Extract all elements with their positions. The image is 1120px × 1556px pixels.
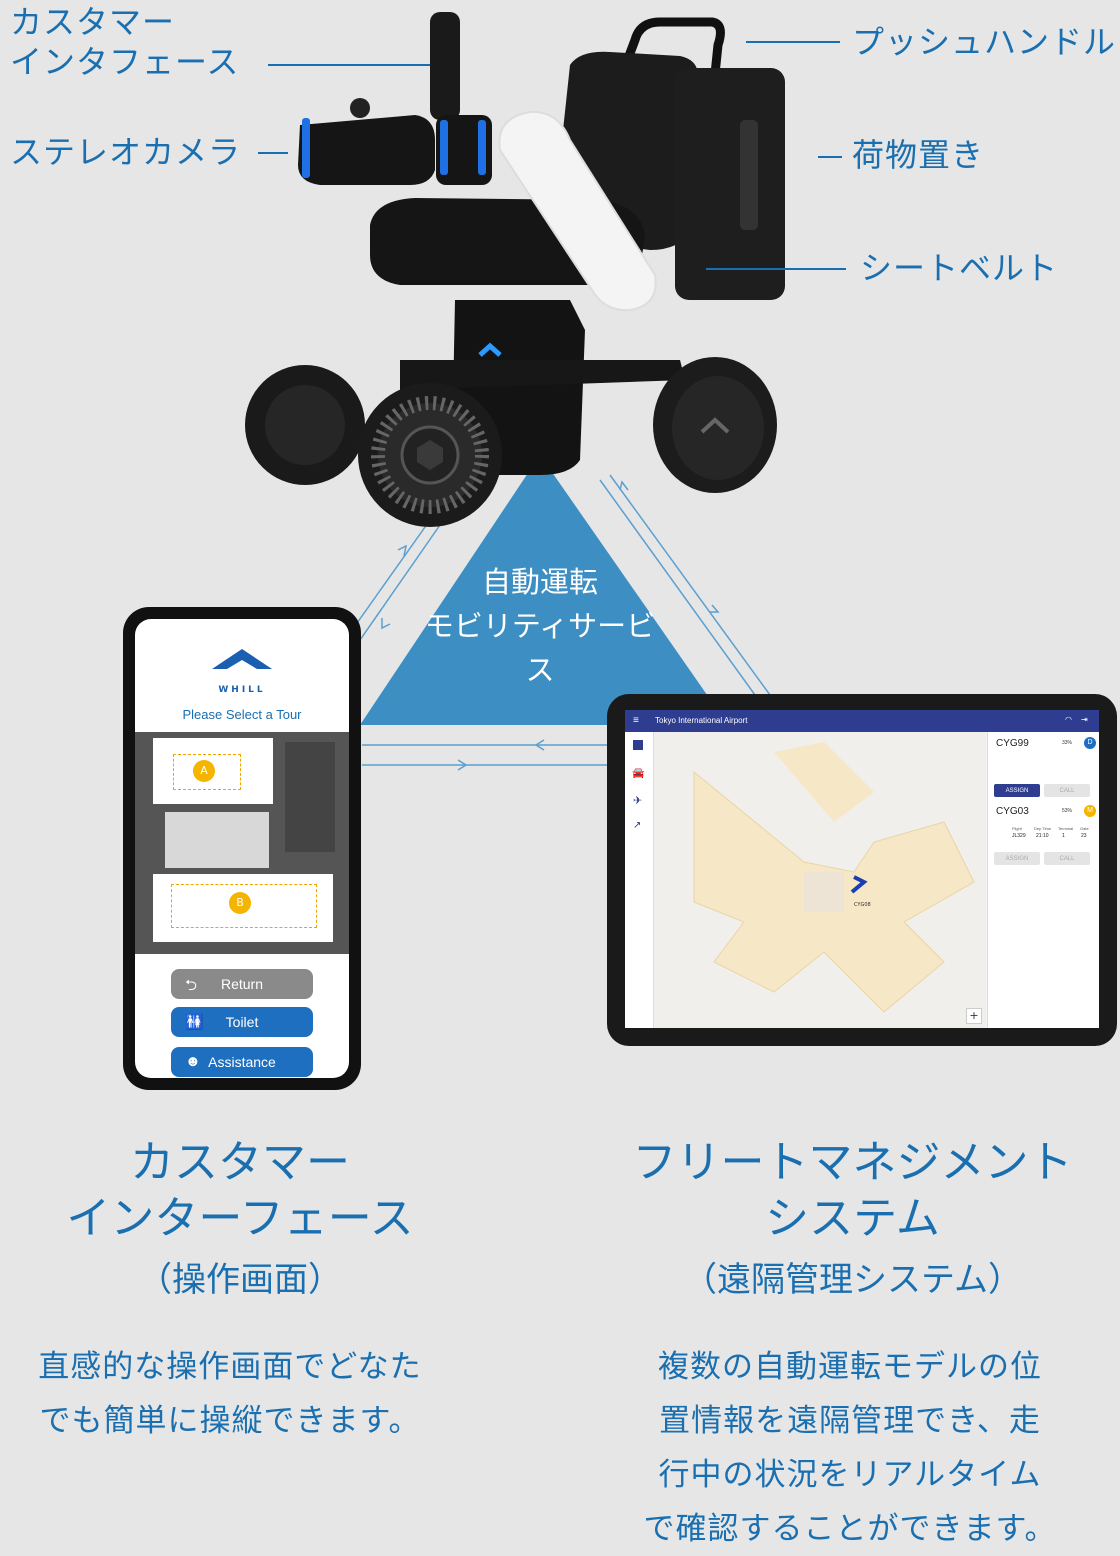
battery-level: 53% — [1062, 808, 1073, 814]
assistance-button-label: Assistance — [208, 1054, 276, 1070]
callout-line — [258, 152, 288, 154]
assign-button[interactable]: ASSIGN — [994, 852, 1040, 865]
wheelchair-image — [245, 12, 785, 527]
flight-info: Flight JL329 Dep Time 21:10 Terminal 1 G… — [994, 826, 1094, 844]
customer-interface-heading: カスタマー インターフェース — [20, 1135, 460, 1247]
headset-person-icon: ☻ — [185, 1053, 201, 1070]
callout-line — [268, 64, 430, 66]
map-unit-marker[interactable]: CYG08 — [854, 902, 871, 908]
whill-logo-icon — [212, 649, 272, 669]
tablet-screen: ≡ Tokyo International Airport ◠ ⇥ 🚘 ✈ ↗ … — [625, 710, 1099, 1028]
status-badge: D — [1084, 737, 1096, 749]
fleet-management-subheading: （遠隔管理システム） — [683, 1260, 1022, 1300]
restroom-icon: 🚻 — [185, 1014, 204, 1031]
arrow-head — [397, 544, 408, 557]
phone-screen: WHILL Please Select a Tour A B ⮌ Return … — [135, 619, 349, 1078]
logout-icon[interactable]: ⇥ — [1081, 715, 1088, 724]
flight-header: Flight — [1012, 826, 1022, 831]
label-seatbelt: シートベルト — [860, 249, 1059, 287]
fleet-management-desc-line1: 複数の自動運転モデルの位 — [658, 1349, 1042, 1385]
tablet-header: ≡ Tokyo International Airport ◠ ⇥ — [625, 710, 1099, 732]
tablet-sidebar: 🚘 ✈ ↗ — [625, 732, 654, 1028]
floor-map[interactable]: A B — [135, 732, 349, 954]
return-button-label: Return — [220, 976, 264, 992]
callout-line — [746, 41, 840, 43]
status-badge: M — [1084, 805, 1096, 817]
customer-interface-description: 直感的な操作画面でどなた でも簡単に操縦できます。 — [0, 1340, 460, 1448]
arrow-head — [710, 604, 720, 613]
wifi-icon: ◠ — [1065, 715, 1072, 724]
center-label: 自動運転 モビリティサービス — [420, 560, 660, 692]
gate-value: 23 — [1081, 833, 1087, 839]
fleet-management-desc-line3: 行中の状況をリアルタイム — [658, 1457, 1042, 1493]
fleet-management-heading: フリートマネジメント システム — [590, 1135, 1115, 1247]
fleet-management-description: 複数の自動運転モデルの位 置情報を遠隔管理でき、走 行中の状況をリアルタイム で… — [600, 1340, 1100, 1556]
tablet: ≡ Tokyo International Airport ◠ ⇥ 🚘 ✈ ↗ … — [607, 694, 1117, 1046]
toilet-button-label: Toilet — [225, 1014, 259, 1030]
battery-level: 33% — [1062, 740, 1073, 746]
callout-line — [818, 156, 842, 158]
unit-name: CYG03 — [996, 806, 1029, 817]
call-button[interactable]: CALL — [1044, 784, 1090, 797]
assign-button[interactable]: ASSIGN — [994, 784, 1040, 797]
zoom-in-button[interactable]: + — [966, 1008, 982, 1024]
dep-time-value: 21:10 — [1036, 833, 1049, 839]
customer-interface-desc-line1: 直感的な操作画面でどなた — [38, 1349, 422, 1385]
label-customer-interface-2: インタフェース — [10, 43, 240, 81]
toilet-button[interactable]: 🚻 Toilet — [171, 1007, 313, 1037]
unit-name: CYG99 — [996, 738, 1029, 749]
dashboard-icon[interactable] — [633, 740, 643, 750]
tour-spot-b[interactable]: B — [229, 892, 251, 914]
back-arrow-icon: ⮌ — [185, 977, 198, 994]
menu-icon[interactable]: ≡ — [633, 715, 639, 726]
fleet-management-desc-line2: 置情報を遠隔管理でき、走 — [659, 1403, 1041, 1439]
phone-brand: WHILL — [218, 685, 266, 695]
customer-interface-heading-line1: カスタマー — [130, 1137, 350, 1188]
dep-time-header: Dep Time — [1034, 826, 1052, 831]
fleet-management-desc-line4: で確認することができます。 — [643, 1511, 1057, 1547]
flight-value: JL329 — [1012, 833, 1026, 839]
center-label-line2: モビリティサービス — [424, 609, 656, 687]
fleet-management-heading-line1: フリートマネジメント — [632, 1137, 1073, 1188]
label-push-handle: プッシュハンドル — [852, 23, 1117, 61]
center-label-line1: 自動運転 — [481, 565, 598, 599]
vehicle-icon[interactable]: 🚘 — [632, 768, 644, 779]
terminal-value: 1 — [1062, 833, 1065, 839]
fleet-management-heading-line2: システム — [765, 1193, 940, 1244]
call-button[interactable]: CALL — [1044, 852, 1090, 865]
analytics-icon[interactable]: ↗ — [633, 820, 641, 831]
customer-interface-subheading: （操作画面） — [138, 1260, 342, 1300]
arrow-head — [381, 618, 391, 630]
callout-line — [706, 268, 846, 270]
gate-header: Gate — [1080, 826, 1089, 831]
customer-interface-heading-line2: インターフェース — [66, 1193, 414, 1244]
label-customer-interface-1: カスタマー — [10, 3, 176, 41]
tour-spot-a[interactable]: A — [193, 760, 215, 782]
return-button[interactable]: ⮌ Return — [171, 969, 313, 999]
airplane-icon[interactable]: ✈ — [633, 794, 642, 807]
airport-map-drawing — [693, 742, 975, 1013]
unit-panel: CYG99 33% D ASSIGN CALL CYG03 53% M Flig… — [987, 732, 1099, 1028]
smartphone: WHILL Please Select a Tour A B ⮌ Return … — [123, 607, 361, 1090]
phone-title: Please Select a Tour — [182, 707, 302, 722]
customer-interface-desc-line2: でも簡単に操縦できます。 — [39, 1403, 421, 1439]
label-stereo-camera: ステレオカメラ — [10, 133, 242, 171]
assistance-button[interactable]: ☻ Assistance — [171, 1047, 313, 1077]
tablet-header-title: Tokyo International Airport — [655, 716, 748, 725]
label-luggage: 荷物置き — [852, 136, 985, 174]
terminal-header: Terminal — [1058, 826, 1074, 831]
airport-map[interactable]: CYG08 + — [654, 732, 986, 1028]
